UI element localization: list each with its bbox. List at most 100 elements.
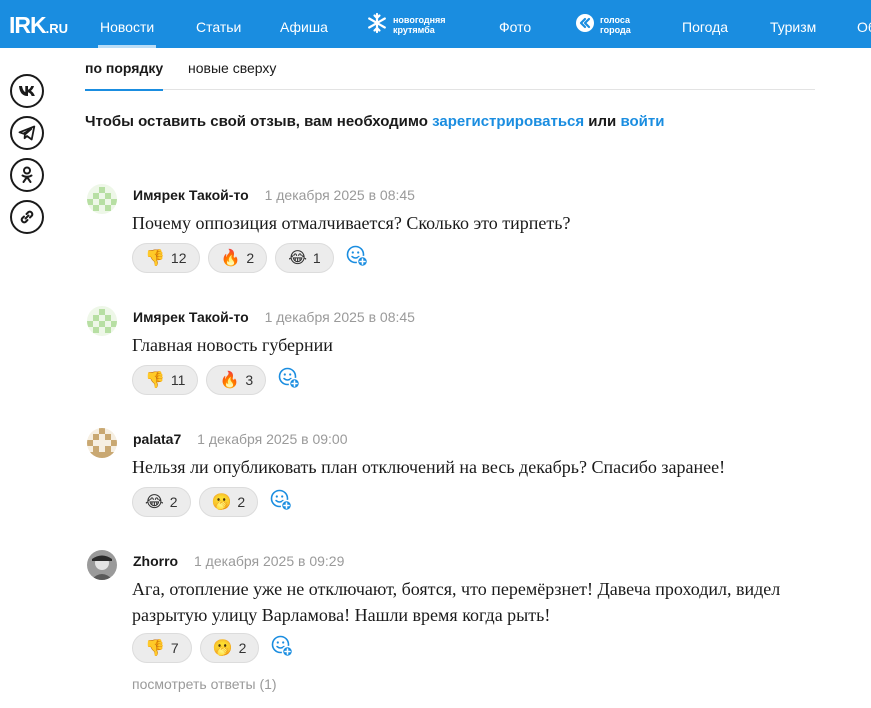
nav-about[interactable]: Об: [857, 0, 871, 48]
comment-text: Нельзя ли опубликовать план отключений н…: [132, 457, 726, 477]
nav-news[interactable]: Новости: [97, 0, 157, 48]
sort-tab-newest-first[interactable]: новые сверху: [188, 48, 276, 90]
promo-newyear-line2: крутямба: [393, 24, 435, 35]
share-telegram-button[interactable]: [10, 116, 44, 150]
top-navigation-bar: IRK .RU Новости Статьи Афиша новогодняя …: [0, 0, 871, 48]
avatar[interactable]: [87, 428, 117, 458]
hand-over-mouth-face-icon: 🫢: [211, 492, 232, 511]
reaction-laugh[interactable]: 😂 1: [275, 243, 334, 273]
nav-articles[interactable]: Статьи: [196, 0, 241, 48]
nav-photo[interactable]: Фото: [499, 0, 531, 48]
promo-newyear-text: новогодняя крутямба: [393, 14, 446, 35]
reaction-shocked[interactable]: 🫢 2: [198, 487, 259, 517]
nav-tourism[interactable]: Туризм: [770, 0, 816, 48]
reaction-count: 2: [246, 250, 255, 266]
reaction-bar: 👎 11 🔥 3: [132, 365, 302, 395]
reaction-count: 7: [170, 640, 179, 656]
reaction-bar: 😂 2 🫢 2: [132, 487, 294, 517]
nav-promo-voices[interactable]: голоса города: [575, 13, 631, 37]
add-reaction-button[interactable]: [269, 635, 295, 661]
logo-main: IRK: [9, 12, 47, 38]
add-emoji-icon: [270, 634, 294, 663]
comment-item: Zhorro 1 декабря 2025 в 09:29 Ага, отопл…: [87, 550, 827, 665]
odnoklassniki-icon: [20, 166, 34, 184]
promo-newyear-line1: новогодняя: [393, 14, 446, 25]
promo-voices-text: голоса города: [600, 14, 631, 35]
reaction-count: 2: [238, 640, 247, 656]
login-link[interactable]: войти: [620, 113, 664, 130]
thumbs-down-icon: 👎: [145, 248, 165, 267]
logo-suffix: .RU: [45, 21, 69, 36]
comment-header: Zhorro 1 декабря 2025 в 09:29: [133, 552, 344, 570]
comment-date: 1 декабря 2025 в 08:45: [264, 187, 415, 203]
comment-header: palata7 1 декабря 2025 в 09:00: [133, 430, 348, 448]
reaction-count: 2: [237, 494, 246, 510]
comment-author[interactable]: Zhorro: [133, 553, 178, 569]
hand-over-mouth-face-icon: 🫢: [212, 638, 233, 657]
promo-voices-line2: города: [600, 24, 631, 35]
thumbs-down-icon: 👎: [145, 638, 165, 657]
share-vk-button[interactable]: [10, 74, 44, 108]
vk-icon: [18, 85, 36, 97]
reaction-bar: 👎 7 🫢 2: [132, 633, 295, 663]
reaction-count: 11: [170, 372, 186, 388]
nav-afisha[interactable]: Афиша: [280, 0, 328, 48]
comment-date: 1 декабря 2025 в 09:29: [194, 553, 345, 569]
reaction-count: 12: [170, 250, 187, 266]
share-odnoklassniki-button[interactable]: [10, 158, 44, 192]
login-required-note: Чтобы оставить свой отзыв, вам необходим…: [85, 113, 664, 130]
comment-header: Имярек Такой-то 1 декабря 2025 в 08:45: [133, 308, 415, 326]
comment-header: Имярек Такой-то 1 декабря 2025 в 08:45: [133, 186, 415, 204]
nav-promo-newyear[interactable]: новогодняя крутямба: [366, 12, 446, 39]
comment-item: Имярек Такой-то 1 декабря 2025 в 08:45 Г…: [87, 306, 827, 396]
avatar[interactable]: [87, 184, 117, 214]
thumbs-down-icon: 👎: [145, 370, 165, 389]
comment-text: Главная новость губернии: [132, 335, 333, 355]
snowflake-icon: [366, 12, 388, 39]
login-note-prefix: Чтобы оставить свой отзыв, вам необходим…: [85, 113, 433, 130]
register-link[interactable]: зарегистрироваться: [432, 113, 584, 130]
reaction-dislike[interactable]: 👎 7: [132, 633, 192, 663]
add-reaction-button[interactable]: [268, 489, 294, 515]
comment-text: Почему оппозиция отмалчивается? Сколько …: [132, 213, 571, 233]
reaction-dislike[interactable]: 👎 12: [132, 243, 200, 273]
reaction-dislike[interactable]: 👎 11: [132, 365, 199, 395]
reaction-fire[interactable]: 🔥 2: [207, 243, 268, 273]
reaction-count: 2: [169, 494, 178, 510]
comment-author[interactable]: palata7: [133, 431, 181, 447]
copy-link-button[interactable]: [10, 200, 44, 234]
laughing-face-icon: 😂: [145, 492, 164, 511]
avatar[interactable]: [87, 306, 117, 336]
reaction-count: 3: [245, 372, 254, 388]
comment-date: 1 декабря 2025 в 09:00: [197, 431, 348, 447]
comment-date: 1 декабря 2025 в 08:45: [264, 309, 415, 325]
site-logo[interactable]: IRK .RU: [9, 12, 68, 38]
add-emoji-icon: [277, 366, 301, 395]
fire-icon: 🔥: [220, 248, 241, 267]
laughing-face-icon: 😂: [288, 248, 307, 267]
nav-weather[interactable]: Погода: [682, 0, 728, 48]
comment-item: Имярек Такой-то 1 декабря 2025 в 08:45 П…: [87, 184, 827, 274]
add-emoji-icon: [269, 488, 293, 517]
view-replies-link[interactable]: посмотреть ответы (1): [132, 676, 277, 692]
reaction-count: 1: [312, 250, 321, 266]
comment-text: Ага, отопление уже не отключают, боятся,…: [132, 579, 781, 625]
comment-sort-tabs: по порядку новые сверху: [85, 48, 815, 91]
reaction-shocked[interactable]: 🫢 2: [199, 633, 260, 663]
fire-icon: 🔥: [219, 370, 240, 389]
link-icon: [18, 208, 36, 226]
login-note-middle: или: [584, 113, 621, 130]
promo-voices-line1: голоса: [600, 14, 631, 25]
add-reaction-button[interactable]: [344, 245, 370, 271]
add-reaction-button[interactable]: [276, 367, 302, 393]
comment-author[interactable]: Имярек Такой-то: [133, 187, 249, 203]
reaction-bar: 👎 12 🔥 2 😂 1: [132, 243, 370, 273]
avatar[interactable]: [87, 550, 117, 580]
voices-logo-icon: [575, 13, 595, 38]
reaction-laugh[interactable]: 😂 2: [132, 487, 191, 517]
comment-author[interactable]: Имярек Такой-то: [133, 309, 249, 325]
telegram-icon: [18, 125, 36, 141]
sort-tab-by-order[interactable]: по порядку: [85, 48, 164, 91]
comment-item: palata7 1 декабря 2025 в 09:00 Нельзя ли…: [87, 428, 827, 518]
reaction-fire[interactable]: 🔥 3: [206, 365, 267, 395]
